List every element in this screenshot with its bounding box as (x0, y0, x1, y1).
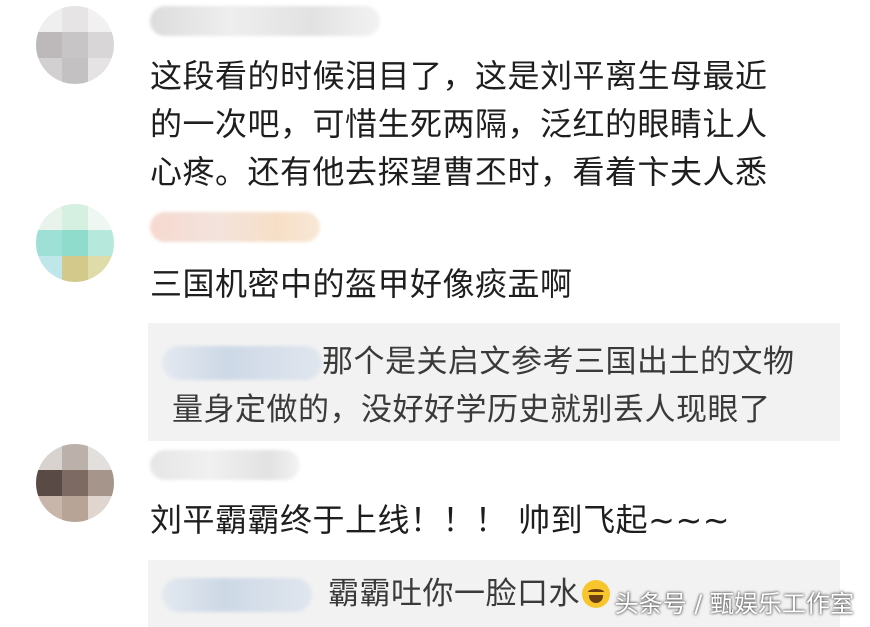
username-blurred[interactable] (150, 450, 300, 480)
laughing-tears-emoji-icon (582, 580, 610, 608)
comment-text: 刘平霸霸终于上线！！！ 帅到飞起~~~ (150, 501, 731, 539)
reply-username-blurred[interactable] (162, 578, 312, 612)
comment-1: 这段看的时候泪目了，这是刘平离生母最近 的一次吧，可惜生死两隔，泛红的眼睛让人 … (0, 0, 870, 200)
avatar[interactable] (36, 6, 114, 84)
username-blurred[interactable] (150, 212, 320, 242)
watermark: 头条号 / 甄娱乐工作室 (614, 590, 854, 618)
reply-text: 霸霸吐你一脸口水 (328, 570, 610, 618)
avatar[interactable] (36, 444, 114, 522)
reply-text: 那个是关启文参考三国出土的文物 量身定做的，没好好学历史就别丢人现眼了 (172, 344, 795, 428)
username-blurred[interactable] (150, 6, 380, 36)
reply-text-content: 霸霸吐你一脸口水 (328, 576, 580, 612)
comment-text: 三国机密中的盔甲好像痰盂啊 (150, 265, 573, 303)
comment-text: 这段看的时候泪目了，这是刘平离生母最近 的一次吧，可惜生死两隔，泛红的眼睛让人 … (150, 57, 768, 191)
comment-2: 三国机密中的盔甲好像痰盂啊 那个是关启文参考三国出土的文物 量身定做的，没好好学… (0, 200, 870, 450)
avatar[interactable] (36, 204, 114, 282)
reply-box: 那个是关启文参考三国出土的文物 量身定做的，没好好学历史就别丢人现眼了 (148, 323, 840, 441)
